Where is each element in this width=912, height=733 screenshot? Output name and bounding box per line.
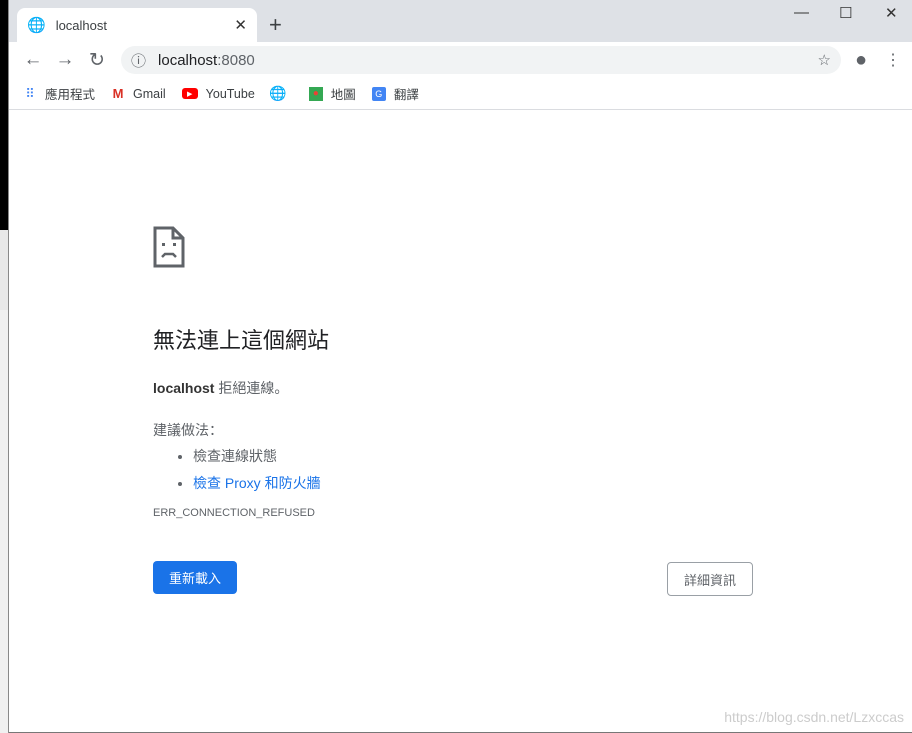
suggestions-label: 建議做法： (153, 422, 223, 438)
bookmark-gmail[interactable]: M Gmail (111, 86, 166, 101)
details-button[interactable]: 詳細資訊 (667, 562, 753, 596)
address-bar[interactable]: ⓘ localhost:8080 ☆ (121, 46, 841, 74)
bookmarks-bar: ⠿ 應用程式 M Gmail ▶ YouTube 🌐 ● 地圖 G 翻譯 (9, 78, 912, 110)
tab-bar: 🌐 localhost ✕ + — ☐ ✕ (9, 0, 912, 42)
bookmark-maps[interactable]: ● 地圖 (308, 84, 356, 103)
error-title: 無法連上這個網站 (153, 328, 330, 353)
translate-icon: G (371, 86, 386, 101)
suggestion-item: 檢查連線狀態 (193, 446, 753, 466)
background-window (0, 0, 9, 733)
bookmark-globe[interactable]: 🌐 (269, 85, 293, 101)
globe-icon: 🌐 (269, 85, 287, 101)
tab-title: localhost (55, 17, 107, 33)
globe-icon: 🌐 (27, 17, 46, 34)
tab-localhost[interactable]: 🌐 localhost ✕ (17, 8, 257, 42)
toolbar: ← → ↻ ⓘ localhost:8080 ☆ ● ⋮ (9, 42, 912, 78)
suggestions-list: 檢查連線狀態 檢查 Proxy 和防火牆 (193, 446, 753, 493)
bookmark-translate[interactable]: G 翻譯 (371, 84, 419, 103)
error-page: 無法連上這個網站 localhost 拒絕連線。 建議做法： 檢查連線狀態 檢查… (153, 226, 753, 519)
close-window-button[interactable]: ✕ (885, 4, 898, 22)
menu-icon[interactable]: ⋮ (885, 50, 901, 70)
maps-icon: ● (308, 86, 323, 101)
suggestion-link-proxy[interactable]: 檢查 Proxy 和防火牆 (193, 473, 753, 493)
sad-document-icon (153, 226, 185, 268)
back-button[interactable]: ← (17, 49, 49, 71)
apps-icon: ⠿ (25, 85, 35, 101)
bookmark-youtube[interactable]: ▶ YouTube (181, 87, 255, 101)
error-message: localhost 拒絕連線。 (153, 380, 289, 396)
youtube-icon: ▶ (181, 88, 198, 99)
maximize-button[interactable]: ☐ (839, 4, 852, 22)
forward-button[interactable]: → (49, 49, 81, 71)
minimize-button[interactable]: — (794, 4, 809, 21)
new-tab-button[interactable]: + (269, 12, 282, 38)
watermark: https://blog.csdn.net/Lzxccas (724, 709, 904, 725)
info-icon[interactable]: ⓘ (131, 50, 146, 71)
star-icon[interactable]: ☆ (818, 51, 831, 69)
profile-icon[interactable]: ● (855, 49, 867, 72)
url-text[interactable]: localhost:8080 (158, 52, 818, 69)
reload-icon[interactable]: ↻ (81, 49, 113, 72)
reload-button[interactable]: 重新載入 (153, 561, 237, 594)
gmail-icon: M (112, 86, 124, 101)
error-code: ERR_CONNECTION_REFUSED (153, 507, 315, 519)
bookmark-apps[interactable]: ⠿ 應用程式 (23, 84, 95, 103)
close-tab-icon[interactable]: ✕ (234, 16, 247, 34)
